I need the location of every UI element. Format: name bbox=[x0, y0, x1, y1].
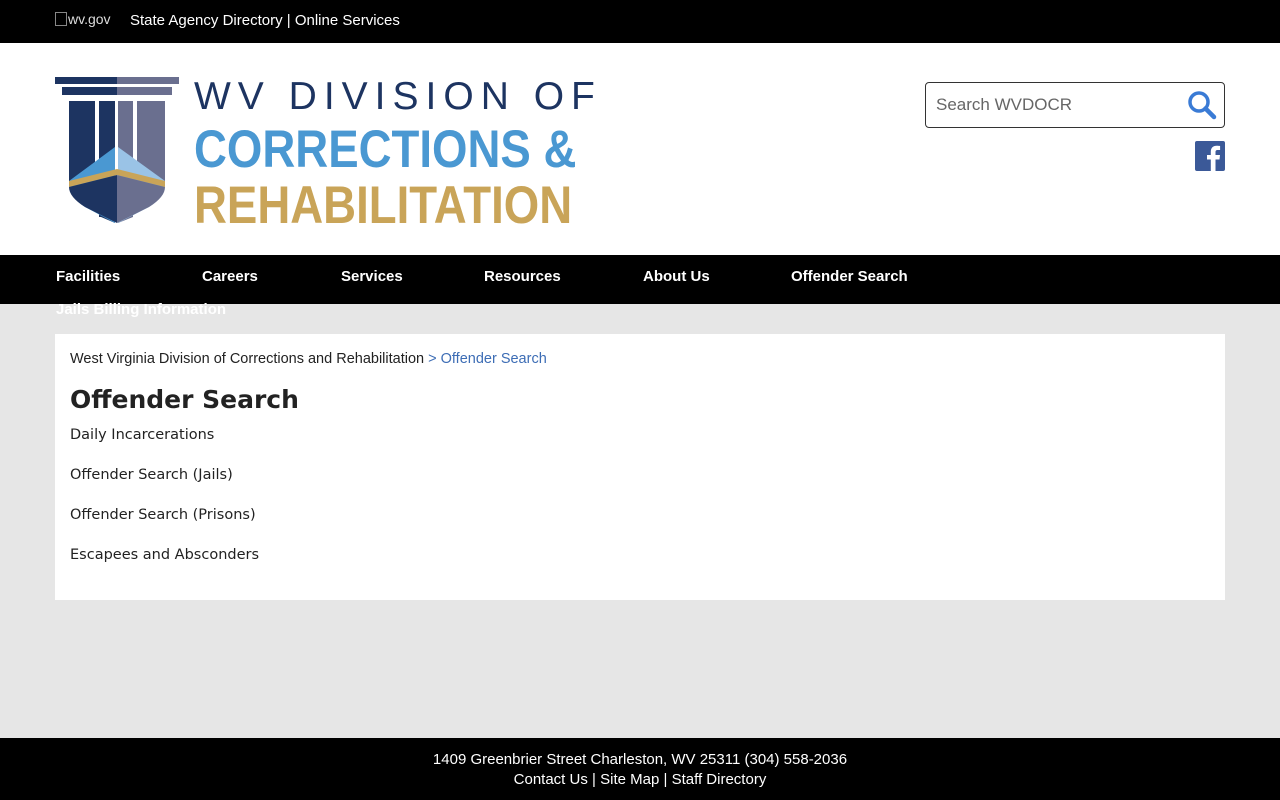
staff-directory-link[interactable]: Staff Directory bbox=[672, 771, 767, 788]
nav-item-careers[interactable]: Careers bbox=[202, 268, 258, 285]
top-links: State Agency Directory | Online Services bbox=[130, 12, 400, 29]
offender-search-prisons-link[interactable]: Offender Search (Prisons) bbox=[70, 507, 256, 523]
main-nav: Facilities Careers Services Resources Ab… bbox=[0, 255, 1280, 304]
broken-image-icon bbox=[55, 12, 67, 26]
agency-directory-link[interactable]: State Agency Directory bbox=[130, 12, 283, 29]
nav-item-about-us[interactable]: About Us bbox=[643, 268, 710, 285]
site-map-link[interactable]: Site Map bbox=[600, 771, 659, 788]
daily-incarcerations-link[interactable]: Daily Incarcerations bbox=[70, 427, 214, 443]
offender-search-jails-link[interactable]: Offender Search (Jails) bbox=[70, 467, 233, 483]
main-content: West Virginia Division of Corrections an… bbox=[55, 334, 1225, 600]
nav-item-offender-search[interactable]: Offender Search bbox=[791, 268, 908, 285]
footer-address: 1409 Greenbrier Street Charleston, WV 25… bbox=[432, 751, 848, 768]
logo-line-1: WV DIVISION OF bbox=[194, 75, 602, 118]
pillar-emblem-icon bbox=[55, 77, 179, 223]
logo-line-3: REHABILITATION bbox=[194, 176, 573, 235]
breadcrumb: West Virginia Division of Corrections an… bbox=[70, 351, 547, 367]
site-header: WV DIVISION OF CORRECTIONS & REHABILITAT… bbox=[0, 43, 1280, 255]
wvgov-alt-text: wv.gov bbox=[68, 11, 111, 27]
footer-separator: | bbox=[592, 771, 596, 788]
page-title: Offender Search bbox=[70, 385, 299, 414]
wvdocr-logo[interactable]: WV DIVISION OF CORRECTIONS & REHABILITAT… bbox=[55, 75, 595, 235]
wvgov-logo[interactable]: wv.gov bbox=[55, 11, 111, 27]
facebook-icon[interactable] bbox=[1195, 141, 1225, 171]
search-input[interactable] bbox=[936, 93, 1176, 117]
nav-item-facilities[interactable]: Facilities bbox=[56, 268, 120, 285]
top-bar: wv.gov State Agency Directory | Online S… bbox=[0, 0, 1280, 43]
online-services-link[interactable]: Online Services bbox=[295, 12, 400, 29]
footer-separator: | bbox=[663, 771, 668, 788]
nav-item-resources[interactable]: Resources bbox=[484, 268, 561, 285]
footer-links: Contact Us | Site Map | Staff Directory bbox=[0, 771, 1280, 788]
breadcrumb-current: Offender Search bbox=[440, 351, 547, 367]
top-links-separator: | bbox=[286, 12, 291, 29]
breadcrumb-root-link[interactable]: West Virginia Division of Corrections an… bbox=[70, 351, 424, 367]
nav-item-jails-billing[interactable]: Jails Billing Information bbox=[56, 301, 226, 318]
escapees-absconders-link[interactable]: Escapees and Absconders bbox=[70, 547, 259, 563]
breadcrumb-separator: > bbox=[428, 351, 437, 367]
site-footer: 1409 Greenbrier Street Charleston, WV 25… bbox=[0, 738, 1280, 800]
search-icon[interactable] bbox=[1186, 89, 1218, 121]
logo-line-2: CORRECTIONS & bbox=[194, 120, 577, 179]
site-search bbox=[925, 82, 1225, 128]
nav-item-services[interactable]: Services bbox=[341, 268, 403, 285]
contact-us-link[interactable]: Contact Us bbox=[514, 771, 588, 788]
